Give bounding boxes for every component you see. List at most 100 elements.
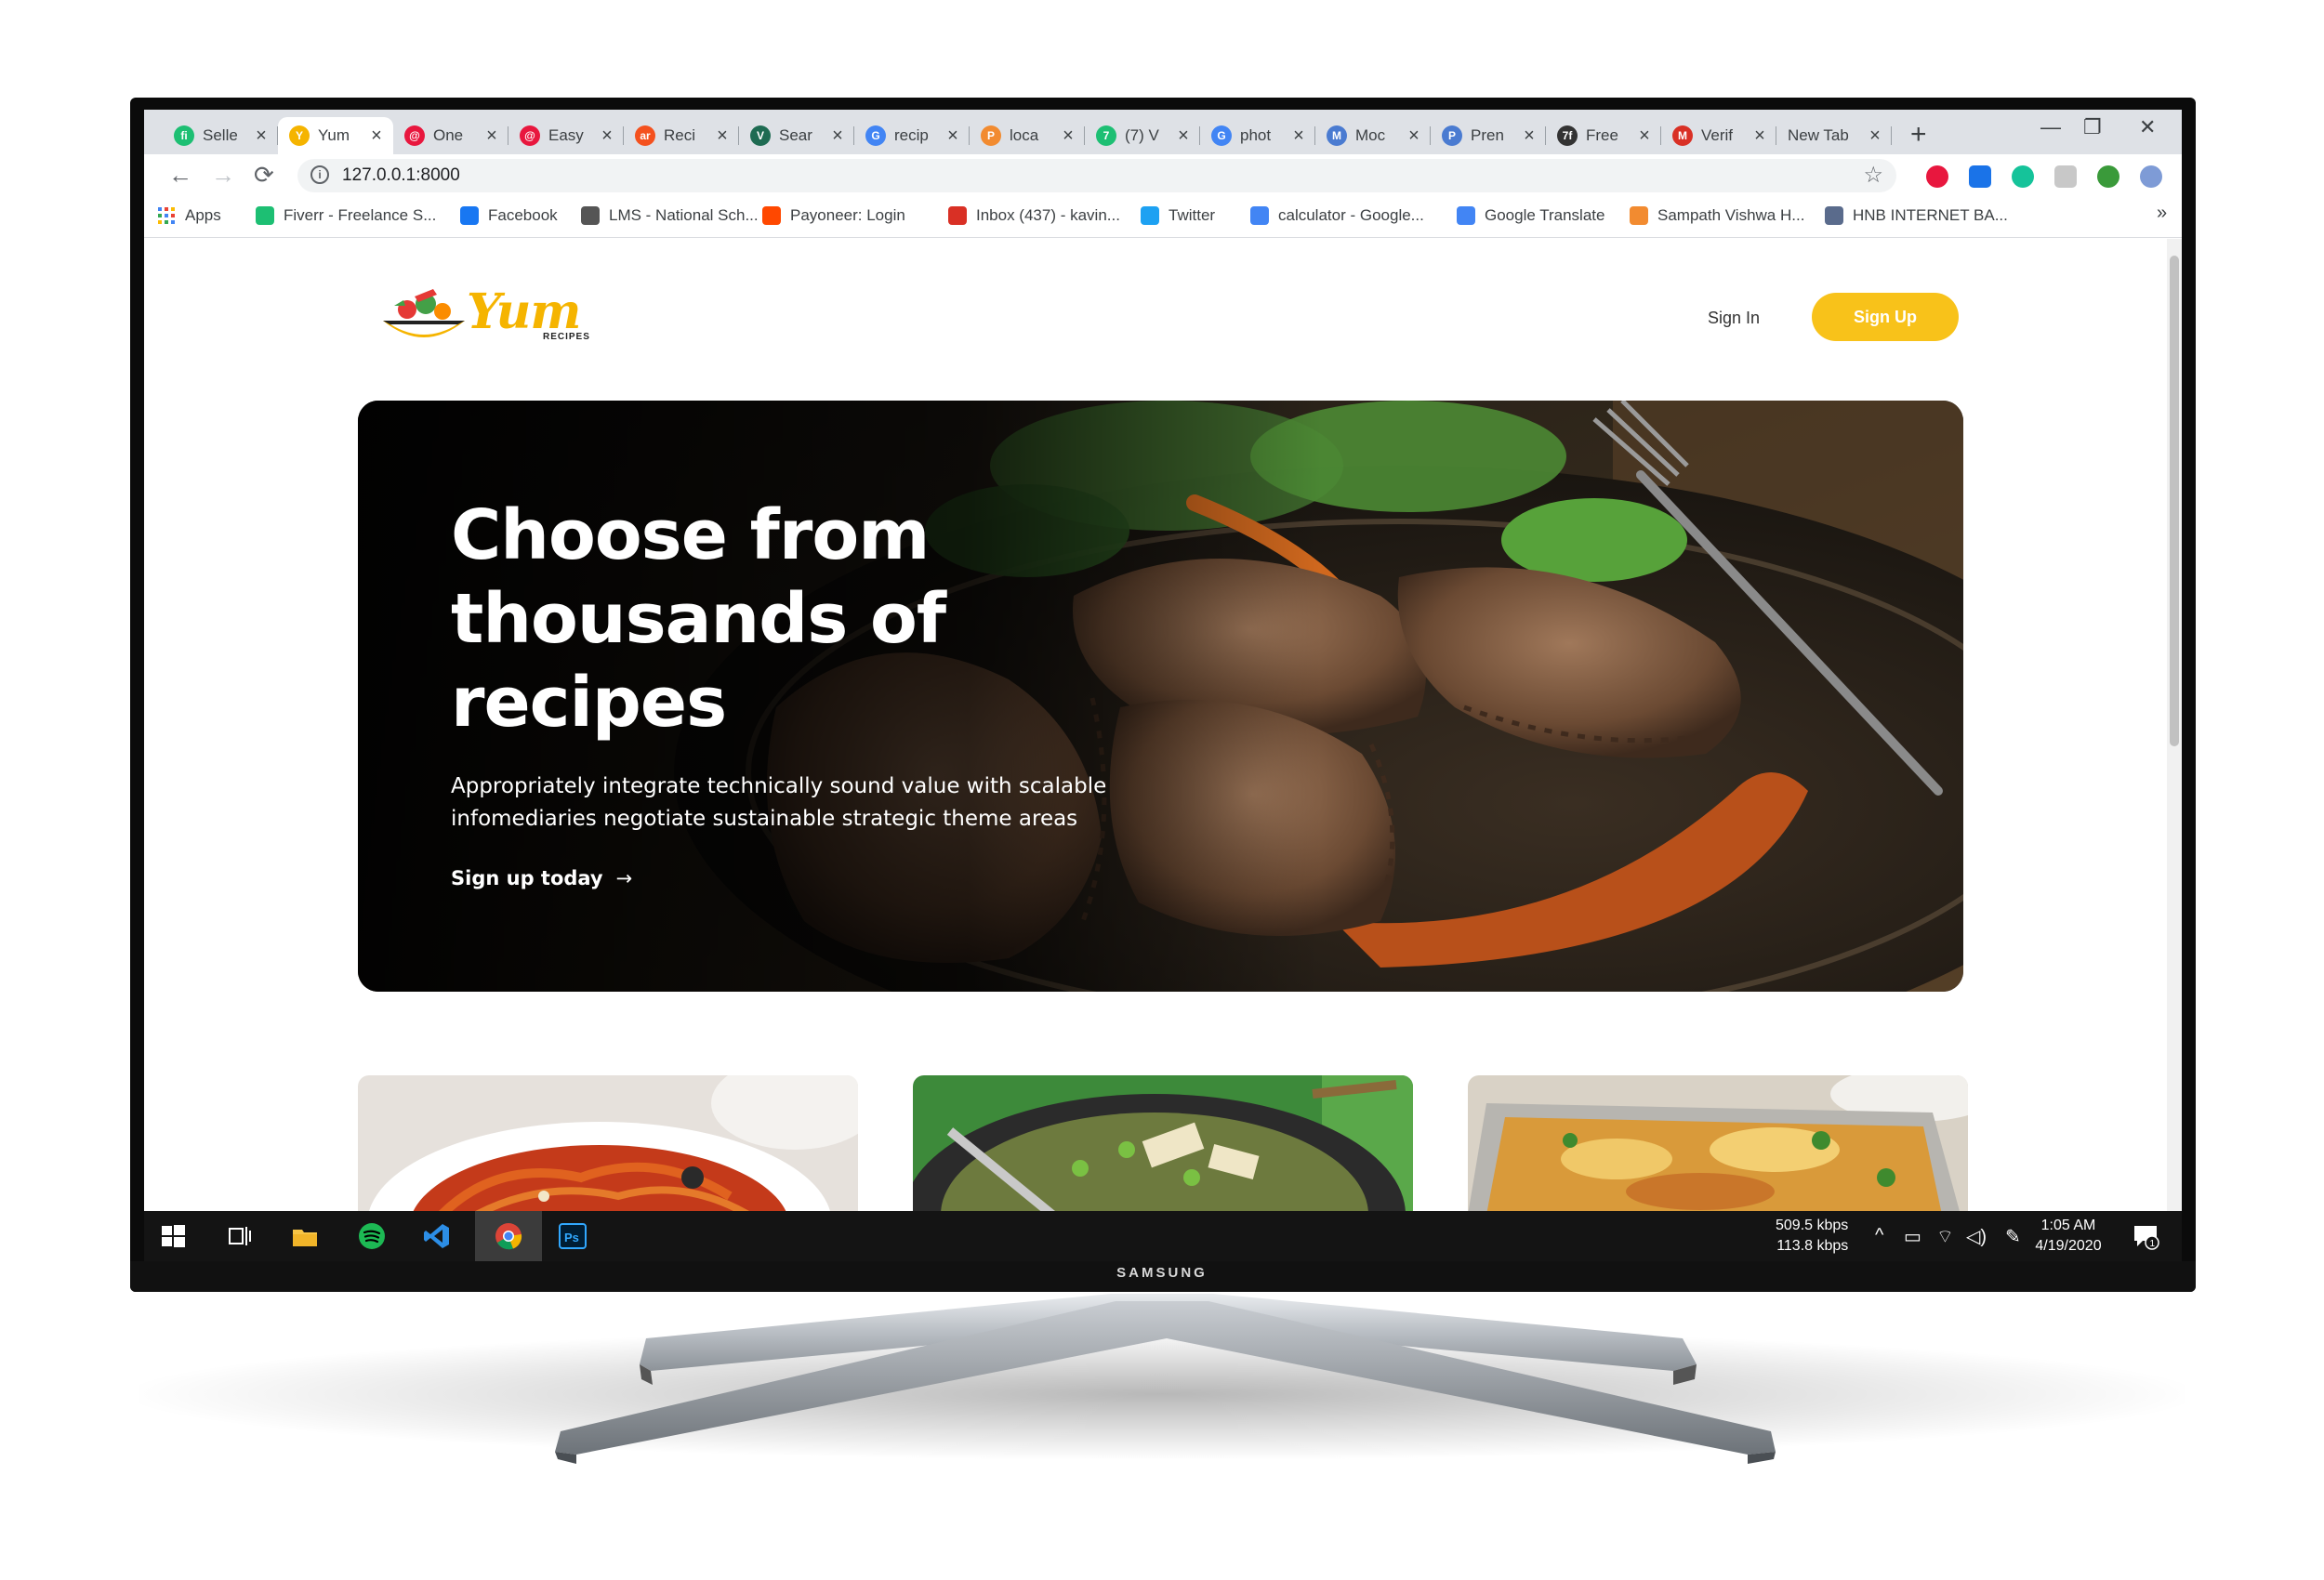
notifications-icon[interactable]: 1 <box>2132 1222 2159 1256</box>
browser-tab[interactable]: 7 (7) V × <box>1085 117 1200 154</box>
tab-close-icon[interactable]: × <box>1520 125 1538 147</box>
browser-tab[interactable]: M Verif × <box>1661 117 1776 154</box>
tab-close-icon[interactable]: × <box>598 125 616 147</box>
network-up: 509.5 kbps <box>1776 1218 1849 1233</box>
restore-button[interactable]: ❐ <box>2083 115 2102 139</box>
wifi-icon[interactable]: ⌔ <box>1936 1225 1954 1248</box>
notification-count: 1 <box>2150 1239 2156 1249</box>
browser-tab[interactable]: V Sear × <box>739 117 854 154</box>
tab-close-icon[interactable]: × <box>252 125 271 147</box>
pen-icon[interactable]: ✎ <box>2005 1225 2021 1248</box>
bookmarks-overflow-button[interactable]: » <box>2157 203 2167 224</box>
page-scrollbar[interactable] <box>2167 239 2182 1211</box>
browser-tab[interactable]: Grecip × <box>854 117 970 154</box>
logo-subtext: RECIPES <box>543 332 590 342</box>
bookmark-payoneer[interactable]: Payoneer: Login <box>762 206 905 225</box>
bookmark-gmail[interactable]: Inbox (437) - kavin... <box>948 206 1120 225</box>
sign-up-today-link[interactable]: Sign up today → <box>451 867 632 889</box>
bookmark-star-icon[interactable]: ☆ <box>1863 162 1883 189</box>
chrome-icon[interactable] <box>495 1222 522 1250</box>
close-window-button[interactable]: ✕ <box>2139 115 2156 139</box>
bookmark-twitter[interactable]: Twitter <box>1141 206 1215 225</box>
bookmark-sampath[interactable]: Sampath Vishwa H... <box>1630 206 1804 225</box>
spotify-icon[interactable] <box>358 1222 386 1250</box>
sign-up-button[interactable]: Sign Up <box>1812 293 1959 341</box>
reload-button[interactable]: ⟳ <box>254 161 274 190</box>
tab-close-icon[interactable]: × <box>482 125 501 147</box>
bookmark-fiverr[interactable]: Fiverr - Freelance S... <box>256 206 436 225</box>
tab-close-icon[interactable]: × <box>1635 125 1654 147</box>
tab-close-icon[interactable]: × <box>1289 125 1308 147</box>
tab-close-icon[interactable]: × <box>1405 125 1423 147</box>
tab-close-icon[interactable]: × <box>828 125 847 147</box>
tab-title: (7) V <box>1125 126 1159 144</box>
photoshop-icon[interactable]: Ps <box>559 1222 587 1250</box>
bookmark-hnb[interactable]: HNB INTERNET BA... <box>1825 206 2008 225</box>
bookmark-google[interactable]: calculator - Google... <box>1250 206 1424 225</box>
tab-close-icon[interactable]: × <box>367 125 386 147</box>
globe-icon[interactable] <box>2097 165 2119 188</box>
browser-tab[interactable]: Ploca × <box>970 117 1085 154</box>
recipe-card-spaghetti[interactable] <box>358 1075 858 1211</box>
back-button[interactable]: ← <box>168 161 192 190</box>
new-tab-button[interactable]: + <box>1910 119 1927 151</box>
task-view-icon[interactable] <box>226 1222 254 1250</box>
bookmark-label: Inbox (437) - kavin... <box>976 206 1120 224</box>
scrollbar-thumb[interactable] <box>2170 256 2179 746</box>
tab-close-icon[interactable]: × <box>944 125 962 147</box>
recipe-card-stir-fry[interactable] <box>913 1075 1413 1211</box>
browser-tab[interactable]: P Pren × <box>1431 117 1546 154</box>
tab-close-icon[interactable]: × <box>1174 125 1193 147</box>
tab-favicon-icon: G <box>1211 125 1232 146</box>
site-info-icon[interactable]: i <box>310 165 329 184</box>
sign-in-link[interactable]: Sign In <box>1708 309 1760 328</box>
tab-close-icon[interactable]: × <box>1750 125 1769 147</box>
ext-icon-2[interactable] <box>2140 165 2162 188</box>
file-explorer-icon[interactable] <box>291 1222 319 1250</box>
tab-title: Moc <box>1355 126 1386 144</box>
tab-close-icon[interactable]: × <box>1059 125 1077 147</box>
forward-button[interactable]: → <box>211 161 235 190</box>
sampath-icon <box>1630 206 1648 225</box>
browser-tab[interactable]: fi Selle × <box>163 117 278 154</box>
bookmark-facebook[interactable]: Facebook <box>460 206 558 225</box>
browser-tab[interactable]: New Tab × <box>1776 117 1892 154</box>
browser-tab[interactable]: ar Reci × <box>624 117 739 154</box>
url-text[interactable]: 127.0.0.1:8000 <box>342 165 460 186</box>
browser-tab[interactable]: Y Yum × <box>278 117 393 154</box>
svg-text:Ps: Ps <box>564 1231 579 1244</box>
bookmark-lms[interactable]: LMS - National Sch... <box>581 206 759 225</box>
vscode-icon[interactable] <box>423 1222 451 1250</box>
tab-close-icon[interactable]: × <box>713 125 732 147</box>
recipe-card-lasagna[interactable] <box>1468 1075 1968 1211</box>
ext-icon[interactable] <box>2054 165 2077 188</box>
page-viewport: Yum RECIPES Sign In Sign Up Choose from … <box>144 239 2182 1211</box>
windows-start-icon[interactable] <box>159 1222 187 1250</box>
site-logo[interactable]: Yum RECIPES <box>377 283 591 354</box>
address-bar[interactable]: i 127.0.0.1:8000 ☆ <box>297 159 1896 192</box>
tab-favicon-icon: 7f <box>1557 125 1578 146</box>
browser-tab[interactable]: 7f Free × <box>1546 117 1661 154</box>
cta-label: Sign up today <box>451 867 603 889</box>
browser-tab[interactable]: Gphot × <box>1200 117 1315 154</box>
apps-grid-icon <box>157 206 176 225</box>
clock[interactable]: 1:05 AM 4/19/2020 <box>2031 1216 2106 1257</box>
minimize-button[interactable]: — <box>2040 115 2061 139</box>
arrow-right-icon: → <box>615 867 633 889</box>
browser-tab[interactable]: @ One × <box>393 117 508 154</box>
abp-icon[interactable] <box>1926 165 1948 188</box>
tab-title: Pren <box>1471 126 1504 144</box>
tab-close-icon[interactable]: × <box>1866 125 1884 147</box>
grammarly-icon[interactable] <box>2012 165 2034 188</box>
tab-favicon-icon: P <box>1442 125 1462 146</box>
stir-fry-image <box>913 1075 1413 1211</box>
battery-icon[interactable]: ▭ <box>1904 1225 1921 1248</box>
browser-tab[interactable]: M Moc × <box>1315 117 1431 154</box>
browser-tab[interactable]: @ Easy × <box>508 117 624 154</box>
bookmark-translate[interactable]: Google Translate <box>1457 206 1604 225</box>
bookmark-apps-grid[interactable]: Apps <box>157 206 221 225</box>
reader-icon[interactable] <box>1969 165 1991 188</box>
volume-icon[interactable]: ◁) <box>1966 1225 1987 1248</box>
tab-title: recip <box>894 126 929 144</box>
show-hidden-icons-icon[interactable]: ^ <box>1875 1225 1883 1246</box>
